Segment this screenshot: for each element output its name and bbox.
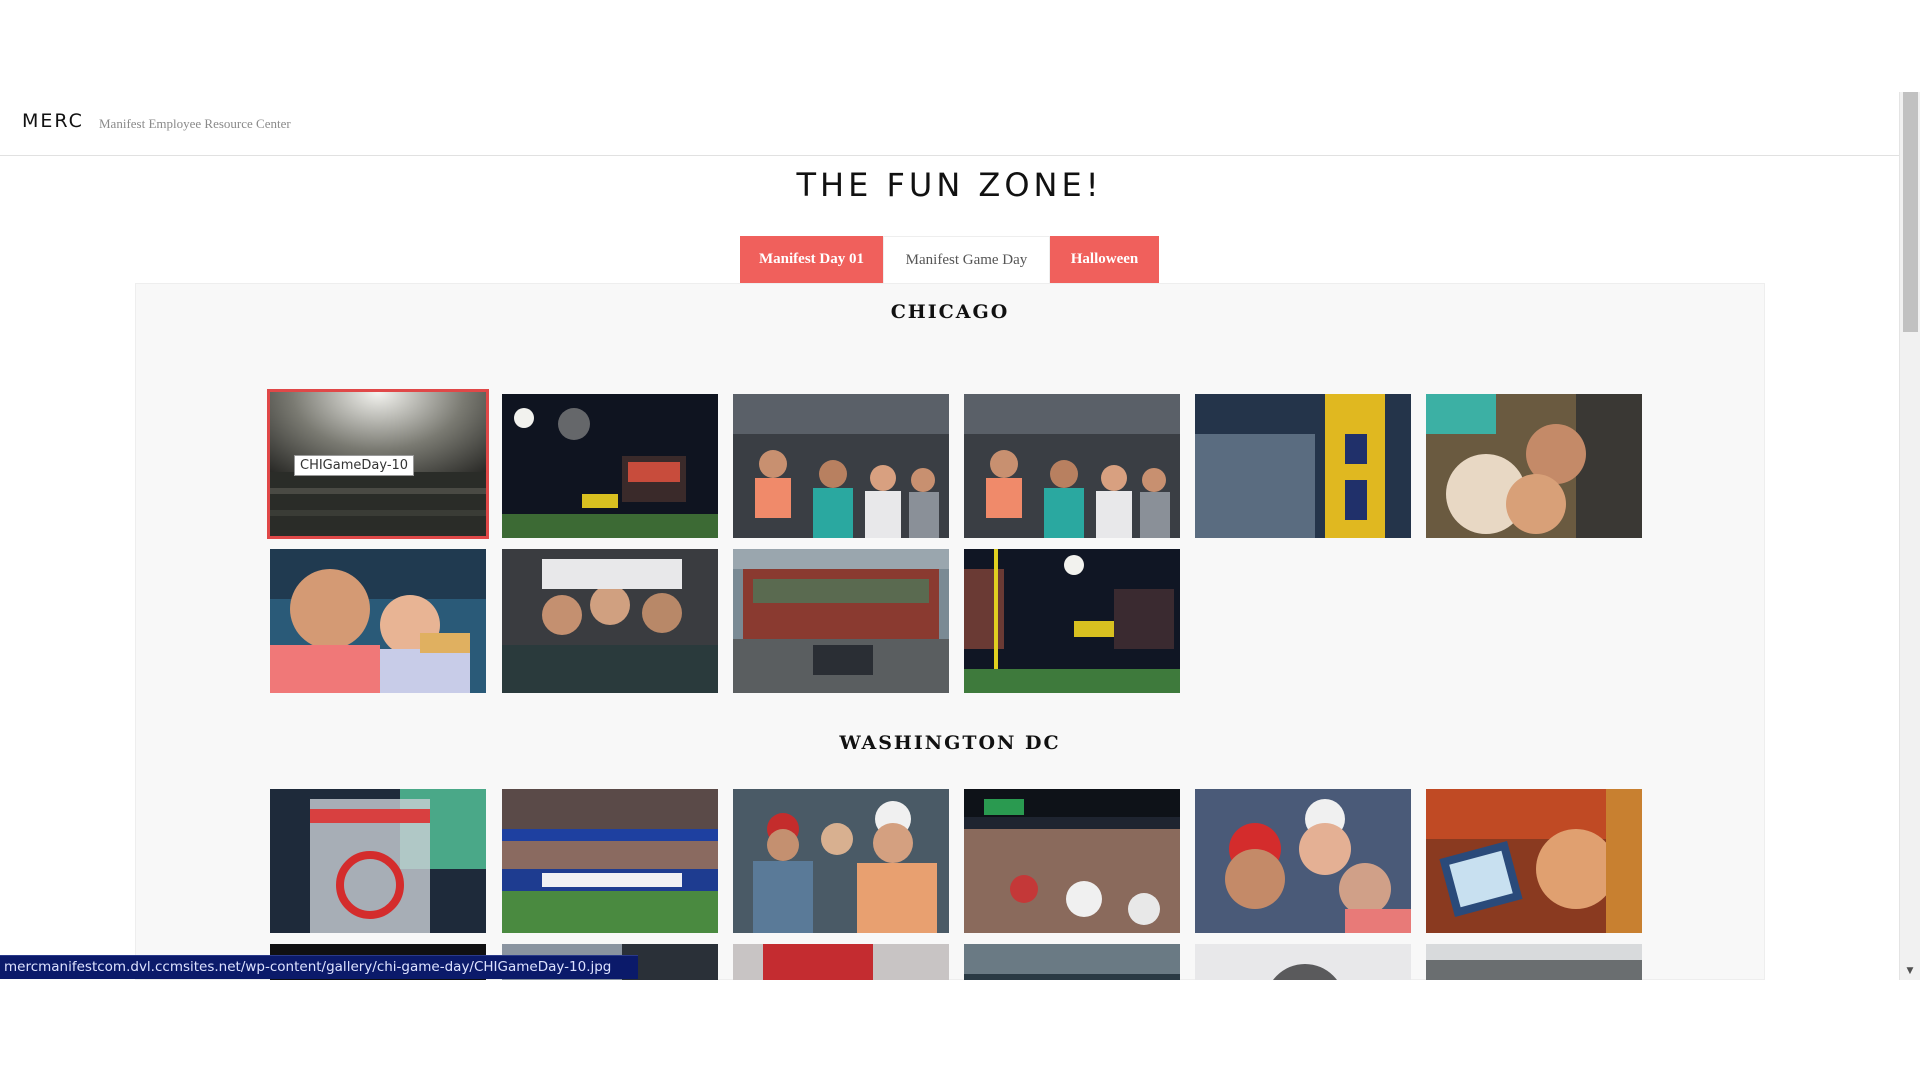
tab-manifest-day-01[interactable]: Manifest Day 01 <box>740 236 883 283</box>
photo-geico-presidents-race <box>502 789 718 933</box>
photo-fans-group-seats <box>733 394 949 538</box>
scrollbar-thumb[interactable] <box>1903 92 1918 332</box>
gallery-photo[interactable] <box>733 944 949 980</box>
gallery-photo[interactable] <box>1195 394 1411 538</box>
section-heading-chicago: CHICAGO <box>890 301 1010 323</box>
photo-fans-hats <box>733 789 949 933</box>
photo-partial <box>1426 944 1642 980</box>
gallery-photo[interactable] <box>1426 394 1642 538</box>
gallery-photo[interactable]: CHIGameDay-10 <box>267 389 489 539</box>
gallery-photo[interactable] <box>733 549 949 693</box>
gallery-photo[interactable] <box>1426 944 1642 980</box>
gallery-photo[interactable] <box>270 789 486 933</box>
gallery-photo[interactable] <box>964 394 1180 538</box>
gallery-photo[interactable] <box>733 394 949 538</box>
photo-selfie-tv <box>1426 789 1642 933</box>
gallery-photo[interactable] <box>733 789 949 933</box>
gallery-photo[interactable] <box>1426 789 1642 933</box>
gallery-photo[interactable] <box>964 944 1180 980</box>
gallery-photo[interactable] <box>964 789 1180 933</box>
photo-partial <box>733 944 949 980</box>
gallery-photo[interactable] <box>502 789 718 933</box>
page-title: THE FUN ZONE! <box>796 166 1103 204</box>
gallery-tabs: Manifest Day 01 Manifest Game Day Hallow… <box>740 236 1159 283</box>
gallery-photo[interactable] <box>270 549 486 693</box>
photo-fireworks-scoreboard <box>502 394 718 538</box>
photo-nationals-cup <box>270 789 486 933</box>
photo-ticket-stub <box>1195 394 1411 538</box>
photo-partial <box>1195 944 1411 980</box>
gallery-photo[interactable] <box>502 394 718 538</box>
scroll-down-arrow-icon[interactable]: ▼ <box>1900 964 1920 978</box>
gallery-photo[interactable] <box>1195 944 1411 980</box>
site-header: MERC Manifest Employee Resource Center <box>0 92 1899 156</box>
gallery-panel: CHICAGO CHIGameDay-10 WASHINGTON DC <box>135 283 1765 980</box>
photo-fans-group-seats <box>964 394 1180 538</box>
photo-fireworks-stadium <box>964 549 1180 693</box>
gallery-photo[interactable] <box>1195 789 1411 933</box>
photo-upside-down-group <box>502 549 718 693</box>
gallery-photo[interactable] <box>964 549 1180 693</box>
photo-selfie-nachos <box>270 549 486 693</box>
photo-trolley-group <box>733 549 949 693</box>
site-tagline: Manifest Employee Resource Center <box>99 116 291 131</box>
tab-halloween[interactable]: Halloween <box>1050 236 1159 283</box>
tab-manifest-game-day[interactable]: Manifest Game Day <box>883 236 1050 283</box>
photo-selfie-caps <box>1195 789 1411 933</box>
photo-partial <box>964 944 1180 980</box>
photo-tooltip: CHIGameDay-10 <box>294 455 415 476</box>
gallery-photo[interactable] <box>502 549 718 693</box>
page-scrollbar[interactable]: ▼ <box>1899 92 1920 980</box>
browser-status-bar: mercmanifestcom.dvl.ccmsites.net/wp-cont… <box>0 955 638 979</box>
section-heading-washington-dc: WASHINGTON DC <box>839 732 1061 754</box>
photo-selfie-couple <box>1426 394 1642 538</box>
site-logo[interactable]: MERC <box>22 110 84 132</box>
photo-stadium-crowd <box>964 789 1180 933</box>
